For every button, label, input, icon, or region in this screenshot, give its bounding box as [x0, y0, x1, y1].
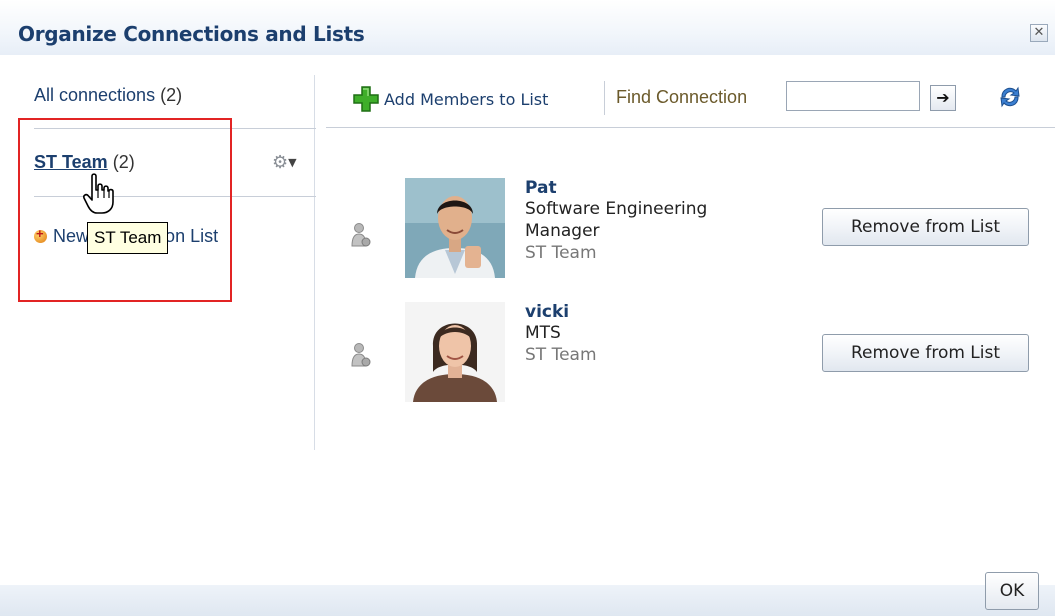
avatar [405, 178, 505, 278]
dialog-titlebar: Organize Connections and Lists ✕ [0, 0, 1055, 55]
member-name-link[interactable]: vicki [525, 302, 785, 322]
tooltip: ST Team [87, 222, 169, 254]
toolbar: Add Members to List Find Connection ➔ [316, 75, 1055, 125]
all-connections-label: All connections [34, 85, 156, 105]
list-item: Pat Software Engineering Manager ST Team… [345, 178, 1045, 280]
member-list-name: ST Team [525, 345, 597, 365]
ok-button[interactable]: OK [985, 572, 1039, 610]
add-members-button[interactable]: Add Members to List [352, 85, 548, 113]
all-connections-link[interactable]: All connections (2) [34, 85, 182, 106]
member-info: Pat Software Engineering Manager ST Team [525, 178, 785, 264]
hand-cursor-icon [83, 173, 114, 214]
green-plus-icon [353, 86, 379, 112]
list-item: vicki MTS ST Team Remove from List [345, 302, 1045, 404]
dialog-footer [0, 585, 1055, 616]
dialog-title: Organize Connections and Lists [18, 22, 365, 46]
highlight-annotation [18, 118, 232, 302]
find-connection-input[interactable] [786, 81, 920, 111]
all-connections-count: (2) [160, 85, 183, 105]
remove-from-list-button[interactable]: Remove from List [822, 334, 1029, 372]
organize-connections-dialog: Organize Connections and Lists ✕ All con… [0, 0, 1055, 616]
member-title-cont: Manager [525, 221, 600, 241]
avatar [405, 302, 505, 402]
member-title: MTS [525, 323, 561, 343]
member-list-name: ST Team [525, 243, 597, 263]
close-icon[interactable]: ✕ [1030, 24, 1048, 42]
pane-splitter[interactable] [314, 75, 315, 450]
add-members-label: Add Members to List [384, 89, 549, 109]
gear-icon[interactable]: ⚙▼ [272, 152, 297, 173]
arrow-right-icon[interactable]: ➔ [930, 85, 956, 111]
divider [326, 127, 1055, 128]
presence-unknown-icon [351, 223, 371, 247]
refresh-icon[interactable] [996, 83, 1024, 111]
chevron-down-icon: ▼ [288, 156, 297, 169]
member-info: vicki MTS ST Team [525, 302, 785, 366]
member-name-link[interactable]: Pat [525, 178, 785, 198]
toolbar-divider [604, 81, 605, 115]
member-title: Software Engineering [525, 199, 708, 219]
find-connection-label: Find Connection [616, 87, 748, 107]
presence-unknown-icon [351, 343, 371, 367]
remove-from-list-button[interactable]: Remove from List [822, 208, 1029, 246]
